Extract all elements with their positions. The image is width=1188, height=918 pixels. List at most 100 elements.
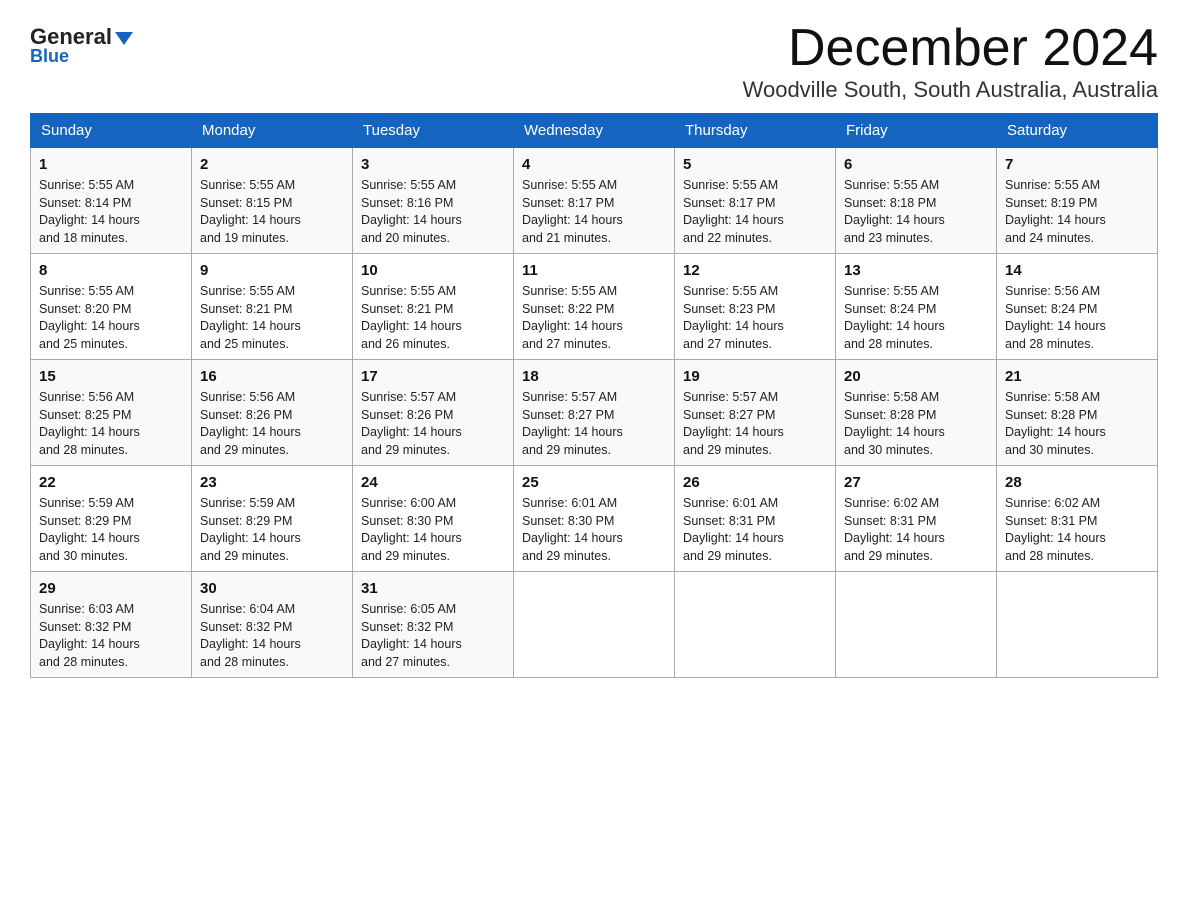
day-sunset: Sunset: 8:29 PM [200,513,344,531]
day-sunset: Sunset: 8:31 PM [844,513,988,531]
calendar-cell: 27 Sunrise: 6:02 AM Sunset: 8:31 PM Dayl… [836,466,997,572]
day-number: 12 [683,260,827,281]
calendar-cell: 4 Sunrise: 5:55 AM Sunset: 8:17 PM Dayli… [514,148,675,254]
location-title: Woodville South, South Australia, Austra… [743,77,1158,103]
calendar-cell: 6 Sunrise: 5:55 AM Sunset: 8:18 PM Dayli… [836,148,997,254]
day-sunrise: Sunrise: 5:55 AM [522,283,666,301]
calendar-cell: 26 Sunrise: 6:01 AM Sunset: 8:31 PM Dayl… [675,466,836,572]
day-daylight-cont: and 30 minutes. [1005,442,1149,460]
day-sunrise: Sunrise: 5:55 AM [683,283,827,301]
day-number: 22 [39,472,183,493]
header-wednesday: Wednesday [514,114,675,148]
day-sunrise: Sunrise: 5:55 AM [1005,177,1149,195]
day-daylight: Daylight: 14 hours [683,212,827,230]
calendar-cell: 10 Sunrise: 5:55 AM Sunset: 8:21 PM Dayl… [353,254,514,360]
day-number: 3 [361,154,505,175]
calendar-cell [836,572,997,678]
day-sunrise: Sunrise: 6:03 AM [39,601,183,619]
day-daylight-cont: and 28 minutes. [1005,336,1149,354]
day-sunrise: Sunrise: 5:57 AM [361,389,505,407]
header-sunday: Sunday [31,114,192,148]
week-row-1: 1 Sunrise: 5:55 AM Sunset: 8:14 PM Dayli… [31,148,1158,254]
day-sunrise: Sunrise: 5:57 AM [522,389,666,407]
day-sunrise: Sunrise: 5:55 AM [361,283,505,301]
day-number: 24 [361,472,505,493]
day-number: 15 [39,366,183,387]
day-sunset: Sunset: 8:32 PM [200,619,344,637]
calendar-cell: 16 Sunrise: 5:56 AM Sunset: 8:26 PM Dayl… [192,360,353,466]
day-sunset: Sunset: 8:26 PM [361,407,505,425]
calendar-cell: 2 Sunrise: 5:55 AM Sunset: 8:15 PM Dayli… [192,148,353,254]
day-sunrise: Sunrise: 5:55 AM [361,177,505,195]
day-daylight: Daylight: 14 hours [39,318,183,336]
day-sunrise: Sunrise: 5:59 AM [39,495,183,513]
day-daylight-cont: and 25 minutes. [200,336,344,354]
day-number: 26 [683,472,827,493]
day-sunset: Sunset: 8:14 PM [39,195,183,213]
day-number: 28 [1005,472,1149,493]
day-daylight-cont: and 29 minutes. [361,548,505,566]
calendar-cell: 13 Sunrise: 5:55 AM Sunset: 8:24 PM Dayl… [836,254,997,360]
day-sunset: Sunset: 8:22 PM [522,301,666,319]
day-daylight: Daylight: 14 hours [361,424,505,442]
calendar-cell [675,572,836,678]
day-sunset: Sunset: 8:21 PM [200,301,344,319]
day-daylight: Daylight: 14 hours [522,424,666,442]
day-daylight-cont: and 28 minutes. [39,442,183,460]
day-daylight: Daylight: 14 hours [39,424,183,442]
calendar-cell: 19 Sunrise: 5:57 AM Sunset: 8:27 PM Dayl… [675,360,836,466]
calendar-cell: 12 Sunrise: 5:55 AM Sunset: 8:23 PM Dayl… [675,254,836,360]
day-daylight-cont: and 29 minutes. [522,548,666,566]
day-sunrise: Sunrise: 6:02 AM [844,495,988,513]
calendar-cell: 15 Sunrise: 5:56 AM Sunset: 8:25 PM Dayl… [31,360,192,466]
day-daylight: Daylight: 14 hours [844,318,988,336]
calendar-cell: 8 Sunrise: 5:55 AM Sunset: 8:20 PM Dayli… [31,254,192,360]
day-daylight-cont: and 22 minutes. [683,230,827,248]
calendar-cell: 24 Sunrise: 6:00 AM Sunset: 8:30 PM Dayl… [353,466,514,572]
day-daylight-cont: and 18 minutes. [39,230,183,248]
calendar-cell: 30 Sunrise: 6:04 AM Sunset: 8:32 PM Dayl… [192,572,353,678]
week-row-3: 15 Sunrise: 5:56 AM Sunset: 8:25 PM Dayl… [31,360,1158,466]
day-sunset: Sunset: 8:31 PM [683,513,827,531]
day-number: 27 [844,472,988,493]
day-sunset: Sunset: 8:17 PM [683,195,827,213]
day-number: 21 [1005,366,1149,387]
day-daylight-cont: and 28 minutes. [200,654,344,672]
calendar-cell: 14 Sunrise: 5:56 AM Sunset: 8:24 PM Dayl… [997,254,1158,360]
day-number: 17 [361,366,505,387]
day-sunrise: Sunrise: 5:55 AM [39,283,183,301]
day-daylight-cont: and 29 minutes. [522,442,666,460]
day-daylight-cont: and 30 minutes. [844,442,988,460]
day-sunrise: Sunrise: 5:55 AM [844,177,988,195]
calendar-cell: 21 Sunrise: 5:58 AM Sunset: 8:28 PM Dayl… [997,360,1158,466]
calendar-cell: 22 Sunrise: 5:59 AM Sunset: 8:29 PM Dayl… [31,466,192,572]
day-number: 4 [522,154,666,175]
calendar-cell: 28 Sunrise: 6:02 AM Sunset: 8:31 PM Dayl… [997,466,1158,572]
day-daylight-cont: and 23 minutes. [844,230,988,248]
day-sunrise: Sunrise: 6:01 AM [683,495,827,513]
day-daylight-cont: and 29 minutes. [361,442,505,460]
calendar-cell: 29 Sunrise: 6:03 AM Sunset: 8:32 PM Dayl… [31,572,192,678]
calendar-cell: 17 Sunrise: 5:57 AM Sunset: 8:26 PM Dayl… [353,360,514,466]
day-sunset: Sunset: 8:30 PM [361,513,505,531]
day-sunrise: Sunrise: 5:58 AM [844,389,988,407]
day-daylight: Daylight: 14 hours [1005,530,1149,548]
day-daylight: Daylight: 14 hours [200,530,344,548]
day-sunset: Sunset: 8:32 PM [39,619,183,637]
day-sunrise: Sunrise: 5:55 AM [683,177,827,195]
day-sunset: Sunset: 8:26 PM [200,407,344,425]
calendar-cell [514,572,675,678]
calendar-cell: 3 Sunrise: 5:55 AM Sunset: 8:16 PM Dayli… [353,148,514,254]
calendar-cell: 5 Sunrise: 5:55 AM Sunset: 8:17 PM Dayli… [675,148,836,254]
day-sunset: Sunset: 8:19 PM [1005,195,1149,213]
day-daylight-cont: and 27 minutes. [522,336,666,354]
logo-text: General [30,26,133,48]
day-sunrise: Sunrise: 5:59 AM [200,495,344,513]
day-daylight: Daylight: 14 hours [39,636,183,654]
day-number: 18 [522,366,666,387]
day-number: 6 [844,154,988,175]
day-number: 1 [39,154,183,175]
day-daylight-cont: and 29 minutes. [200,442,344,460]
day-daylight: Daylight: 14 hours [683,318,827,336]
day-sunset: Sunset: 8:17 PM [522,195,666,213]
